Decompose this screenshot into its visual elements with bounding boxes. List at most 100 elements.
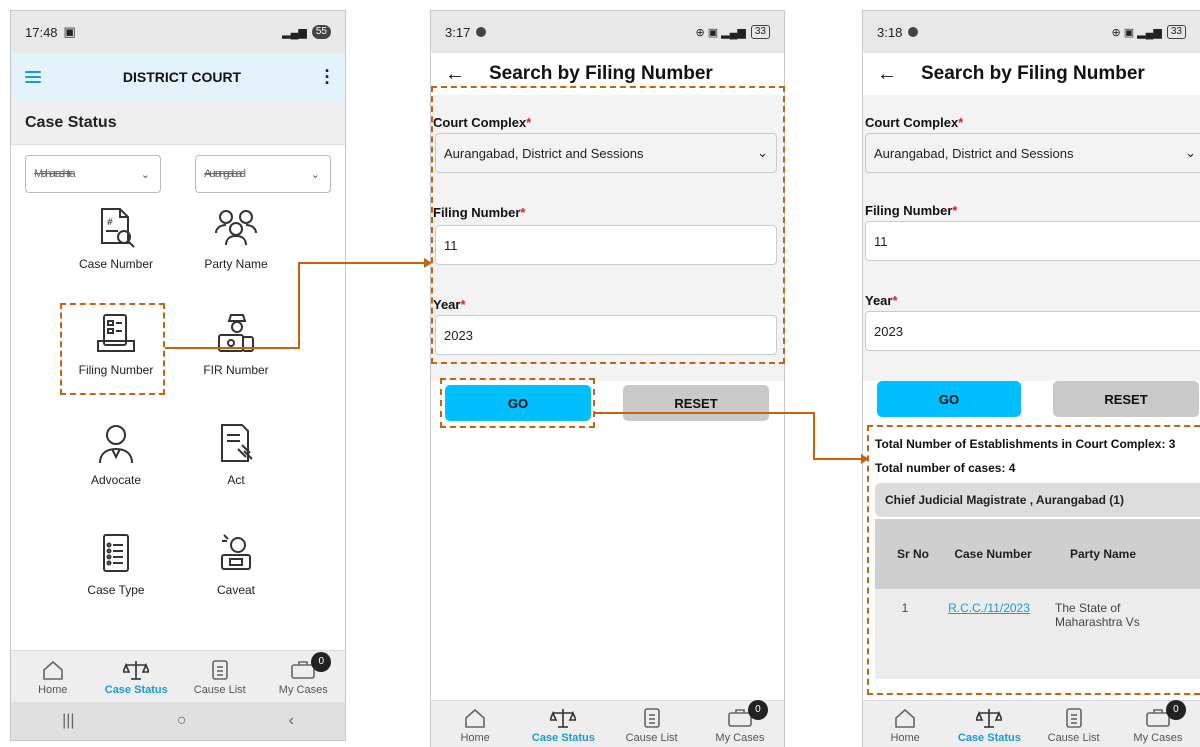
nav-home[interactable]: Home [865, 706, 945, 744]
home-icon [865, 706, 945, 730]
notification-dot-icon [476, 27, 487, 37]
year-value: 2023 [874, 323, 903, 339]
nav-case-status[interactable]: Case Status [949, 706, 1029, 744]
connector-line [165, 347, 299, 349]
nav-my-cases[interactable]: My Cases 0 [1118, 699, 1198, 744]
advocate-icon [61, 421, 171, 465]
nav-home[interactable]: Home [435, 706, 515, 744]
case-type-icon [61, 531, 171, 575]
nav-case-status-label: Case Status [957, 731, 1021, 744]
signal-icon: ▂▄▆ [282, 26, 307, 39]
battery-indicator: 33 [750, 25, 770, 39]
clipboard-icon [180, 658, 260, 682]
nav-cause-list-label: Cause List [193, 683, 246, 696]
back-arrow-icon[interactable]: ← [877, 63, 897, 86]
bottom-navigation: Home Case Status Cause List My Cases 0 [863, 699, 1200, 747]
tile-label: Case Number [78, 257, 154, 271]
label-text: Filing Number [865, 203, 953, 218]
tile-caveat[interactable]: Caveat [181, 531, 291, 597]
tile-label: Caveat [216, 583, 256, 597]
back-chevron-icon[interactable]: ‹ [289, 712, 294, 730]
home-icon [435, 706, 515, 730]
caveat-icon [181, 531, 291, 575]
status-bar: 17:48 ▣ ▂▄▆ 55 [11, 11, 345, 53]
state-select-value: Maharashtra [34, 168, 76, 180]
bottom-navigation: Home Case Status Cause List My Cases 0 [431, 699, 784, 747]
reset-button[interactable]: RESET [1053, 381, 1199, 417]
tile-party-name[interactable]: Party Name [181, 205, 291, 271]
page-title: Search by Filing Number [489, 63, 713, 84]
battery-indicator: 55 [311, 25, 331, 39]
briefcase-icon [1118, 706, 1198, 730]
highlight-results [867, 425, 1200, 695]
screenshot-icon: ▣ [63, 24, 76, 39]
tile-act[interactable]: Act [181, 421, 291, 487]
connector-line [595, 412, 815, 414]
app-title: DISTRICT COURT [122, 69, 242, 85]
status-time: 17:48 [25, 24, 58, 40]
scales-icon [523, 706, 603, 730]
nav-cause-list[interactable]: Cause List [1034, 706, 1114, 744]
briefcase-icon [700, 706, 780, 730]
tile-label: Advocate [90, 473, 142, 487]
required-marker: * [892, 293, 898, 308]
app-bar: DISTRICT COURT · · · [11, 53, 345, 101]
chevron-down-icon: ⌄ [1185, 145, 1196, 160]
recent-apps-icon[interactable]: ||| [62, 712, 74, 730]
label-text: Year [865, 293, 893, 308]
svg-text:#: # [106, 218, 114, 228]
page-title: Search by Filing Number [921, 63, 1145, 84]
tile-label: Party Name [204, 257, 268, 271]
tile-fir-number[interactable]: FIR Number [181, 311, 291, 377]
nav-case-status[interactable]: Case Status [523, 706, 603, 744]
search-form: Court Complex* Aurangabad, District and … [863, 95, 1200, 381]
connector-line [813, 458, 863, 460]
nav-my-cases-label: My Cases [278, 683, 328, 696]
signal-icon: ⊕ ▣ ▂▄▆ [695, 26, 746, 39]
court-complex-select[interactable]: Aurangabad, District and Sessions ⌄ [865, 133, 1200, 173]
nav-my-cases[interactable]: My Cases 0 [263, 651, 343, 696]
filing-number-input[interactable]: 11 [865, 221, 1200, 261]
nav-cause-list[interactable]: Cause List [612, 706, 692, 744]
status-time: 3:18 [877, 24, 903, 40]
briefcase-icon [263, 658, 343, 682]
bottom-navigation: Home Case Status Cause List My Cases 0 [11, 650, 345, 702]
signal-icon: ⊕ ▣ ▂▄▆ [1111, 26, 1162, 39]
nav-my-cases[interactable]: My Cases 0 [700, 699, 780, 744]
highlight-filing-number-tile [60, 303, 165, 395]
go-button[interactable]: GO [877, 381, 1021, 417]
connector-line [813, 412, 815, 460]
back-arrow-icon[interactable]: ← [445, 63, 465, 86]
tile-case-type[interactable]: Case Type [61, 531, 171, 597]
my-cases-badge: 0 [311, 651, 332, 672]
status-time: 3:17 [445, 24, 471, 40]
state-select[interactable]: Maharashtra ⌄ [25, 155, 161, 193]
nav-home[interactable]: Home [13, 658, 93, 696]
page-title: Case Status [11, 101, 345, 145]
year-input[interactable]: 2023 [865, 311, 1200, 351]
nav-home-label: Home [460, 731, 490, 744]
home-circle-icon[interactable]: ○ [177, 712, 187, 730]
district-select[interactable]: Aurangabad ⌄ [195, 155, 331, 193]
scales-icon [949, 706, 1029, 730]
people-icon [181, 205, 291, 249]
tile-label: Act [227, 473, 245, 487]
nav-case-status[interactable]: Case Status [96, 658, 176, 696]
status-bar: 3:18 ⊕ ▣ ▂▄▆ 33 [863, 11, 1200, 53]
year-label: Year* [865, 293, 898, 308]
required-marker: * [952, 203, 958, 218]
tile-label: FIR Number [203, 363, 269, 377]
chevron-down-icon: ⌄ [310, 168, 320, 181]
tile-case-number[interactable]: # Case Number [61, 205, 171, 271]
nav-cause-list[interactable]: Cause List [180, 658, 260, 696]
nav-cause-list-label: Cause List [625, 731, 678, 744]
nav-cause-list-label: Cause List [1047, 731, 1100, 744]
system-navigation-bar: ||| ○ ‹ [11, 702, 345, 740]
nav-case-status-label: Case Status [104, 683, 168, 696]
tile-advocate[interactable]: Advocate [61, 421, 171, 487]
menu-icon[interactable] [25, 71, 41, 83]
clipboard-icon [612, 706, 692, 730]
app-bar: ← Search by Filing Number [863, 55, 1200, 93]
more-options-icon[interactable]: · · · [323, 62, 331, 92]
reset-button[interactable]: RESET [623, 385, 769, 421]
